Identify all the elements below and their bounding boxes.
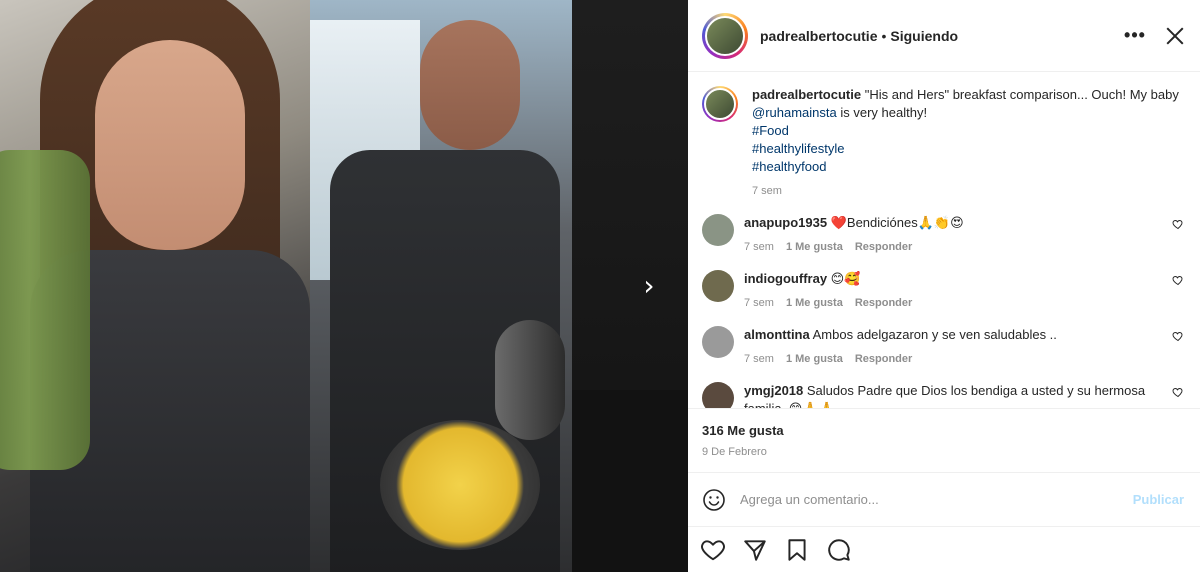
caption-text: "His and Hers" breakfast comparison... O…	[864, 87, 1179, 102]
post-details-panel: padrealbertocutie • Siguiendo ••• padrea…	[688, 0, 1200, 572]
heart-icon[interactable]	[1172, 386, 1184, 398]
comments-list[interactable]: padrealbertocutie "His and Hers" breakfa…	[688, 72, 1200, 408]
chevron-right-icon[interactable]: ›	[637, 272, 661, 300]
commenter-username[interactable]: ymgj2018	[744, 383, 803, 398]
comment-likes-link[interactable]: 1 Me gusta	[786, 238, 843, 256]
hashtag-link[interactable]: #healthylifestyle	[752, 140, 1184, 158]
reply-button[interactable]: Responder	[855, 350, 912, 368]
publish-button[interactable]: Publicar	[1133, 492, 1184, 507]
comment-composer: Publicar	[688, 472, 1200, 526]
post-header: padrealbertocutie • Siguiendo •••	[688, 0, 1200, 72]
caption-username[interactable]: padrealbertocutie	[752, 87, 861, 102]
heart-icon[interactable]	[700, 537, 726, 563]
post-actions	[688, 526, 1200, 572]
photo-man-cooking-eggs	[310, 0, 572, 572]
bookmark-icon[interactable]	[784, 537, 810, 563]
following-button[interactable]: Siguiendo	[890, 28, 958, 44]
smiley-icon[interactable]	[702, 488, 726, 512]
comment-likes-link[interactable]: 1 Me gusta	[786, 294, 843, 312]
comment-timestamp: 7 sem	[744, 241, 774, 253]
comment-item: almonttina Ambos adelgazaron y se ven sa…	[702, 326, 1184, 368]
commenter-username[interactable]: almonttina	[744, 327, 810, 342]
caption-timestamp: 7 sem	[752, 185, 782, 197]
author-avatar[interactable]	[702, 12, 748, 59]
comment-input[interactable]	[740, 492, 1133, 507]
comment-item: ymgj2018 Saludos Padre que Dios los bend…	[702, 382, 1184, 408]
hashtag-link[interactable]: #healthyfood	[752, 158, 1184, 176]
photo-woman-with-green-smoothie	[0, 0, 310, 572]
comment-text: Ambos adelgazaron y se ven saludables ..	[812, 327, 1057, 342]
caption-mention-link[interactable]: @ruhamainsta	[752, 105, 837, 120]
post-stats: 316 Me gusta 9 De Febrero	[688, 408, 1200, 472]
reply-button[interactable]: Responder	[855, 294, 912, 312]
comment-timestamp: 7 sem	[744, 353, 774, 365]
reply-button[interactable]: Responder	[855, 238, 912, 256]
post-media: ›	[0, 0, 688, 572]
commenter-username[interactable]: anapupo1935	[744, 215, 827, 230]
comment-item: anapupo1935 ❤️Bendiciónes🙏👏😍 7 sem 1 Me …	[702, 214, 1184, 256]
hashtag-link[interactable]: #Food	[752, 122, 1184, 140]
caption-author-avatar[interactable]	[702, 86, 738, 122]
photo-dimmed-background	[572, 0, 688, 572]
comment-item: indiogouffray 😊🥰 7 sem 1 Me gusta Respon…	[702, 270, 1184, 312]
commenter-avatar[interactable]	[702, 382, 734, 408]
commenter-avatar[interactable]	[702, 214, 734, 246]
heart-icon[interactable]	[1172, 274, 1184, 286]
heart-icon[interactable]	[1172, 330, 1184, 342]
comment-bubble-icon[interactable]	[826, 537, 852, 563]
likes-count[interactable]: 316 Me gusta	[702, 423, 1186, 438]
comment-text: Saludos Padre que Dios los bendiga a ust…	[744, 383, 1146, 408]
more-options-icon[interactable]: •••	[1122, 25, 1148, 46]
comment-timestamp: 7 sem	[744, 297, 774, 309]
post-date: 9 De Febrero	[702, 446, 767, 458]
heart-icon[interactable]	[1172, 218, 1184, 230]
commenter-username[interactable]: indiogouffray	[744, 271, 827, 286]
comment-text: 😊🥰	[830, 271, 861, 286]
comment-text: ❤️Bendiciónes🙏👏😍	[830, 215, 964, 230]
post-caption: padrealbertocutie "His and Hers" breakfa…	[702, 86, 1184, 200]
comment-likes-link[interactable]: 1 Me gusta	[786, 350, 843, 368]
commenter-avatar[interactable]	[702, 326, 734, 358]
paper-plane-icon[interactable]	[742, 537, 768, 563]
commenter-avatar[interactable]	[702, 270, 734, 302]
caption-tail: is very healthy!	[836, 105, 928, 120]
separator-dot: •	[881, 27, 887, 44]
author-username[interactable]: padrealbertocutie	[760, 28, 877, 44]
close-icon[interactable]	[1164, 25, 1186, 47]
